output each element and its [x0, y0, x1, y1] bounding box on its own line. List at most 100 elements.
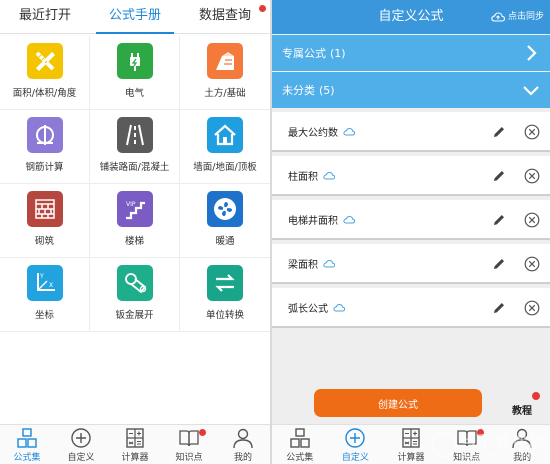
- create-formula-button[interactable]: 创建公式: [314, 389, 482, 417]
- category-label: 钢筋计算: [25, 162, 64, 173]
- group-count: (1): [330, 46, 346, 60]
- nav-label: 计算器: [121, 452, 149, 463]
- group-exclusive-formulas[interactable]: 专属公式 (1): [272, 34, 550, 71]
- plug-icon: [116, 43, 153, 79]
- sync-label: 点击同步: [507, 12, 544, 22]
- formula-handbook-screen: 最近打开 公式手册 数据查询 面积/体积/角度 电气 土方/基础 钢筋计算 铺装…: [0, 0, 270, 464]
- edit-icon[interactable]: [492, 257, 506, 271]
- nav-calculator[interactable]: 计算器: [108, 425, 162, 464]
- sync-button[interactable]: 点击同步: [491, 0, 544, 34]
- cloud-icon: [343, 215, 355, 223]
- brick-icon: [26, 191, 63, 227]
- axes-icon: XY: [26, 265, 63, 301]
- tab-data-query[interactable]: 数据查询: [180, 0, 270, 33]
- edit-icon[interactable]: [492, 169, 506, 183]
- nav-formula-set[interactable]: 公式集: [0, 425, 54, 464]
- sheet-metal-icon: [116, 265, 153, 301]
- list-item[interactable]: 柱面积: [272, 156, 550, 196]
- cloud-icon: [333, 303, 345, 311]
- category-rebar[interactable]: 钢筋计算: [0, 110, 90, 184]
- edit-icon[interactable]: [492, 125, 506, 139]
- cloud-icon: [343, 127, 355, 135]
- formula-name: 柱面积: [288, 171, 318, 183]
- list-item[interactable]: 电梯井面积: [272, 200, 550, 240]
- plus-circle-icon: [345, 427, 366, 448]
- svg-text:VIP: VIP: [126, 201, 136, 208]
- category-hvac[interactable]: 暖通: [180, 184, 270, 258]
- nav-label: 知识点: [175, 452, 203, 463]
- group-uncategorized[interactable]: 未分类 (5): [272, 71, 550, 108]
- list-item[interactable]: 弧长公式: [272, 288, 550, 328]
- exchange-icon: [207, 265, 243, 301]
- bottom-nav-bar: 公式集 自定义 计算器 知识点 我的: [0, 424, 270, 464]
- delete-icon[interactable]: [524, 124, 540, 140]
- house-icon: [207, 117, 243, 153]
- nav-formula-set[interactable]: 公式集: [272, 425, 328, 464]
- fan-icon: [207, 191, 243, 227]
- nav-label: 我的: [233, 452, 252, 463]
- category-masonry[interactable]: 砌筑: [0, 184, 90, 258]
- category-coordinates[interactable]: XY 坐标: [0, 258, 90, 332]
- tab-data-query-label: 数据查询: [198, 8, 251, 23]
- category-label: 坐标: [34, 310, 54, 321]
- group-label: 专属公式: [282, 47, 326, 60]
- chevron-down-icon: [523, 86, 539, 96]
- category-sheet-metal[interactable]: 钣金展开: [90, 258, 180, 332]
- nav-label: 自定义: [67, 452, 95, 463]
- nav-custom[interactable]: 自定义: [54, 425, 108, 464]
- category-wall-floor-ceiling[interactable]: 墙面/地面/顶板: [180, 110, 270, 184]
- notification-dot: [199, 429, 206, 436]
- tab-formula-handbook[interactable]: 公式手册: [90, 0, 180, 34]
- formula-set-icon: [290, 427, 310, 448]
- stairs-icon: VIP: [116, 191, 153, 227]
- formula-name: 梁面积: [288, 259, 318, 271]
- plus-circle-icon: [71, 427, 91, 448]
- cloud-sync-icon: [491, 12, 505, 22]
- book-icon: [179, 429, 199, 446]
- earthwork-icon: [207, 43, 243, 79]
- category-pavement-concrete[interactable]: 铺装路面/混凝土: [90, 110, 180, 184]
- group-count: (5): [319, 83, 335, 97]
- list-item[interactable]: 梁面积: [272, 244, 550, 284]
- category-label: 墙面/地面/顶板: [193, 162, 257, 173]
- custom-formula-screen: 自定义公式 点击同步 专属公式 (1) 未分类 (5) 最大公约数 柱面积 电梯…: [272, 0, 550, 464]
- calculator-icon: [402, 427, 420, 448]
- category-area-volume-angle[interactable]: 面积/体积/角度: [0, 36, 90, 110]
- tab-recent[interactable]: 最近打开: [0, 0, 90, 33]
- delete-icon[interactable]: [524, 300, 540, 316]
- category-label: 楼梯: [124, 236, 144, 247]
- nav-custom[interactable]: 自定义: [328, 425, 384, 464]
- category-electrical[interactable]: 电气: [90, 36, 180, 110]
- notification-dot: [532, 392, 540, 400]
- category-label: 土方/基础: [204, 88, 246, 99]
- category-earthwork-foundation[interactable]: 土方/基础: [180, 36, 270, 110]
- category-label: 面积/体积/角度: [12, 88, 77, 99]
- category-unit-conversion[interactable]: 单位转换: [180, 258, 270, 332]
- nav-profile[interactable]: 我的: [216, 425, 270, 464]
- tutorial-link[interactable]: 教程: [512, 402, 532, 417]
- nav-knowledge[interactable]: 知识点: [162, 425, 216, 464]
- delete-icon[interactable]: [524, 256, 540, 272]
- formula-name: 最大公约数: [288, 127, 338, 139]
- category-label: 钣金展开: [115, 310, 154, 321]
- formula-name: 电梯井面积: [288, 215, 338, 227]
- calculator-icon: [126, 427, 144, 448]
- notification-dot: [259, 5, 266, 12]
- delete-icon[interactable]: [524, 168, 540, 184]
- group-label: 未分类: [282, 84, 315, 97]
- edit-icon[interactable]: [492, 301, 506, 315]
- nav-label: 计算器: [397, 452, 425, 463]
- chevron-right-icon: [527, 45, 537, 61]
- category-stairs[interactable]: VIP 楼梯: [90, 184, 180, 258]
- edit-icon[interactable]: [492, 213, 506, 227]
- watermark-main: 当下软件园: [460, 432, 546, 450]
- nav-label: 公式集: [13, 452, 41, 463]
- category-label: 砌筑: [34, 236, 54, 247]
- formula-set-icon: [17, 427, 37, 448]
- category-label: 铺装路面/混凝土: [99, 162, 170, 173]
- category-label: 暖通: [215, 236, 235, 247]
- cloud-icon: [323, 259, 335, 267]
- list-item[interactable]: 最大公约数: [272, 112, 550, 152]
- delete-icon[interactable]: [524, 212, 540, 228]
- top-tab-bar: 最近打开 公式手册 数据查询: [0, 0, 270, 34]
